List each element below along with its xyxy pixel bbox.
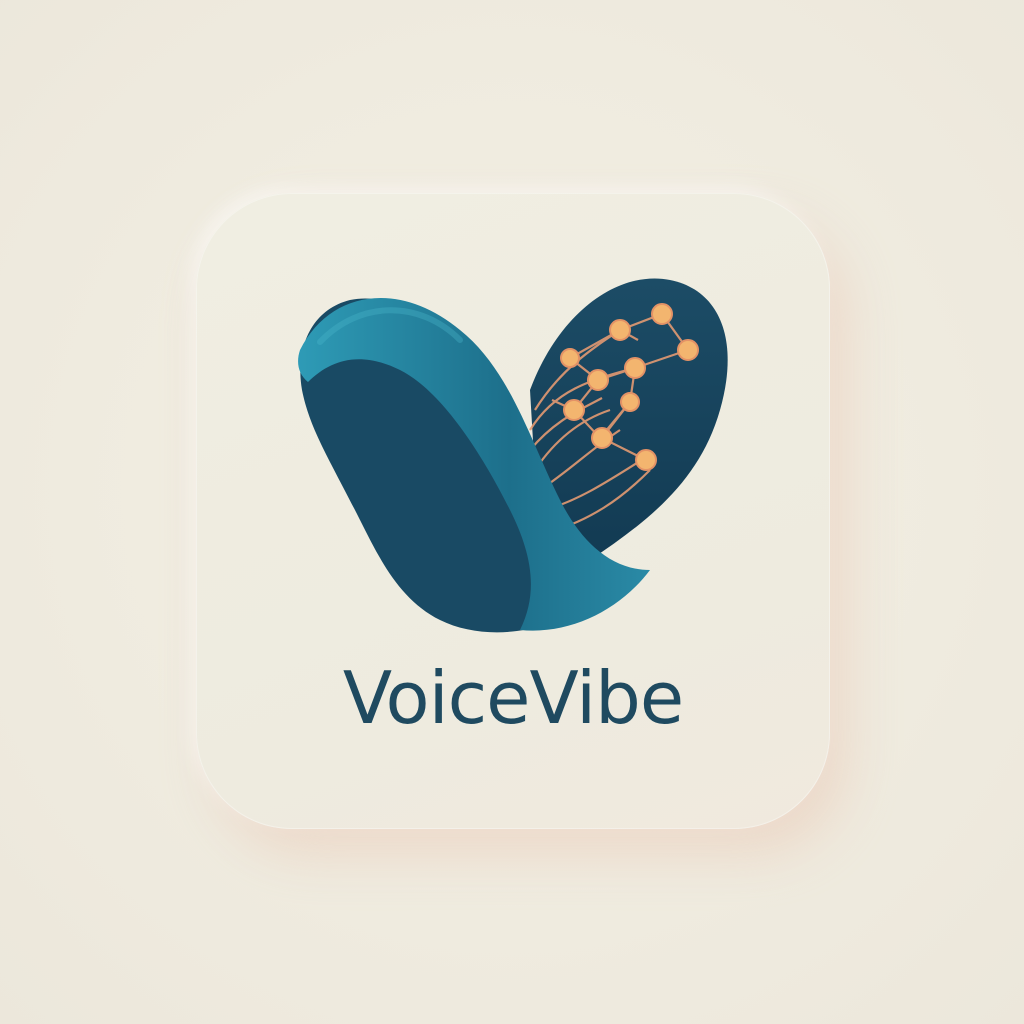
canvas: VoiceVibe xyxy=(0,0,1024,1024)
v-wave-network-icon xyxy=(298,278,728,633)
app-name-wordmark: VoiceVibe xyxy=(342,656,684,740)
